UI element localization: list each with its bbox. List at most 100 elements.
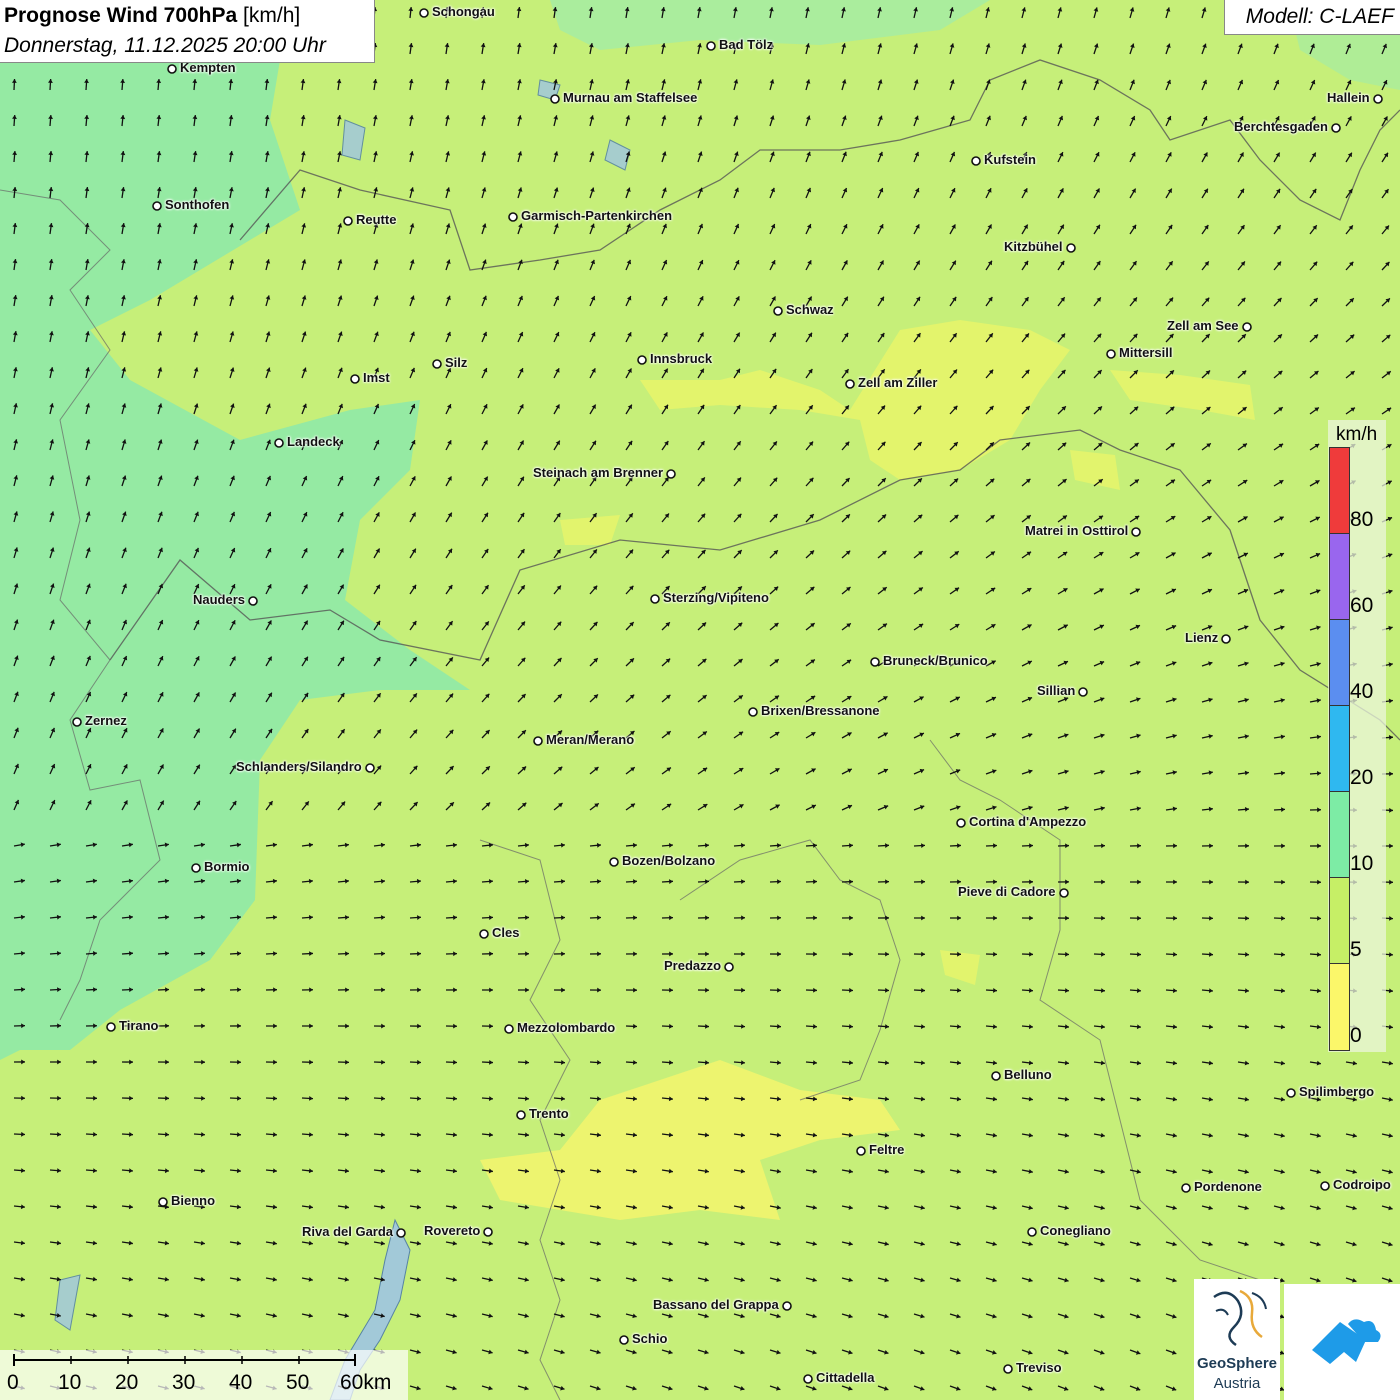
wind-arrow-head (301, 259, 307, 264)
city-label: Garmisch-Partenkirchen (521, 208, 673, 223)
wind-arrow-head (345, 987, 349, 993)
city-marker (1320, 1181, 1330, 1191)
city-label: Sonthofen (165, 197, 230, 212)
scale-label-0: 0 (7, 1371, 19, 1394)
wind-arrow-head (524, 1313, 529, 1319)
wind-arrow-head (445, 151, 451, 156)
wind-arrow-head (777, 879, 781, 885)
wind-arrow-head (633, 951, 637, 957)
city-label: Murnau am Staffelsee (563, 90, 698, 105)
wind-arrow-head (1316, 1169, 1321, 1175)
wind-arrow-head (301, 223, 307, 228)
wind-arrow-head (489, 1059, 493, 1065)
wind-arrow-head (1280, 1169, 1285, 1174)
wind-arrow-head (345, 951, 349, 957)
wind-arrow-head (453, 1059, 457, 1065)
wind-arrow-head (885, 879, 889, 885)
wind-arrow-head (452, 878, 457, 884)
wind-arrow-head (669, 951, 673, 957)
wind-arrow-head (561, 951, 565, 957)
wind-arrow-head (921, 987, 925, 993)
wind-arrow-head (308, 1168, 313, 1174)
wind-arrow-head (625, 115, 631, 120)
wind-arrow-head (1245, 843, 1249, 849)
city-marker (158, 1197, 168, 1207)
wind-arrow-head (633, 915, 637, 921)
wind-arrow-head (669, 987, 673, 993)
wind-arrow-head (1101, 879, 1105, 885)
scale-label-60km: 60km (340, 1371, 392, 1394)
wind-arrow-head (1316, 988, 1321, 994)
wind-arrow-head (920, 1241, 925, 1247)
city-label: Rovereto (424, 1223, 481, 1238)
city-marker (706, 41, 716, 51)
city-marker (971, 156, 981, 166)
wind-arrow-head (308, 878, 313, 884)
wind-arrow-head (704, 1313, 709, 1319)
city-marker (666, 469, 676, 479)
wind-arrow-head (1388, 1169, 1393, 1175)
wind-arrow-head (884, 1241, 889, 1247)
wind-arrow-head (1065, 915, 1069, 921)
wind-arrow-head (1317, 807, 1321, 813)
wind-arrow-head (92, 1168, 97, 1174)
wind-zone-0-5-south (480, 1060, 900, 1220)
wind-arrow-head (237, 1132, 241, 1137)
legend-bar-60 (1329, 533, 1350, 621)
wind-arrow-head (633, 1060, 637, 1065)
wind-arrow-head (373, 151, 378, 156)
city-marker (248, 596, 258, 606)
wind-arrow-head (524, 842, 529, 848)
wind-arrow-head (841, 43, 847, 48)
wind-arrow-head (1173, 915, 1177, 921)
wind-arrow-head (381, 1023, 385, 1029)
wind-arrow-head (877, 43, 883, 48)
wind-arrow-head (309, 987, 313, 993)
city-label: Bozen/Bolzano (622, 853, 716, 868)
city-label: Meran/Merano (546, 732, 635, 747)
wind-arrow-head (705, 915, 709, 921)
wind-arrow-head (121, 331, 126, 336)
wind-arrow-head (1064, 1024, 1069, 1030)
wind-arrow-head (516, 7, 522, 12)
wind-arrow-head (373, 187, 379, 192)
legend-bar-80 (1329, 447, 1350, 535)
scale-label-10: 10 (58, 1371, 82, 1394)
lake-1 (341, 119, 366, 161)
wind-arrow-head (489, 951, 493, 957)
wind-arrow-head (344, 1313, 349, 1318)
wind-arrow-head (452, 1313, 457, 1319)
wind-arrow-head (777, 915, 781, 921)
wind-arrow-head (596, 1313, 601, 1319)
wind-arrow-head (517, 115, 522, 120)
wind-arrow-head (813, 915, 817, 921)
wind-arrow-head (777, 1024, 781, 1029)
wind-arrow-head (488, 1096, 493, 1101)
wind-arrow-head (1029, 988, 1033, 993)
wind-arrow-head (452, 842, 457, 848)
wind-arrow-head (381, 987, 385, 993)
wind-arrow-head (993, 988, 997, 993)
wind-arrow-head (1316, 771, 1321, 776)
wind-arrow-head (453, 1023, 457, 1029)
city-marker (1221, 634, 1231, 644)
city-label: Schwaz (786, 302, 834, 317)
wind-arrow-head (740, 843, 745, 848)
wind-arrow-head (452, 1132, 457, 1138)
wind-arrow-head (1280, 770, 1285, 776)
wind-arrow-head (1208, 1169, 1213, 1174)
wind-arrow-head (1388, 698, 1393, 704)
wind-arrow-head (1101, 843, 1105, 849)
wind-arrow-head (1136, 1060, 1141, 1066)
wind-arrow-head (1064, 805, 1069, 811)
city-marker (845, 379, 855, 389)
city-marker (991, 1071, 1001, 1081)
wind-arrow-head (381, 1059, 385, 1065)
city-label: Berchtesgaden (1234, 119, 1328, 134)
wind-arrow-head (481, 115, 486, 120)
wind-arrow-head (1389, 915, 1393, 921)
wind-arrow-head (481, 151, 487, 156)
wind-arrow-head (93, 1131, 97, 1137)
wind-arrow-head (272, 878, 277, 884)
wind-arrow-head (597, 879, 601, 884)
